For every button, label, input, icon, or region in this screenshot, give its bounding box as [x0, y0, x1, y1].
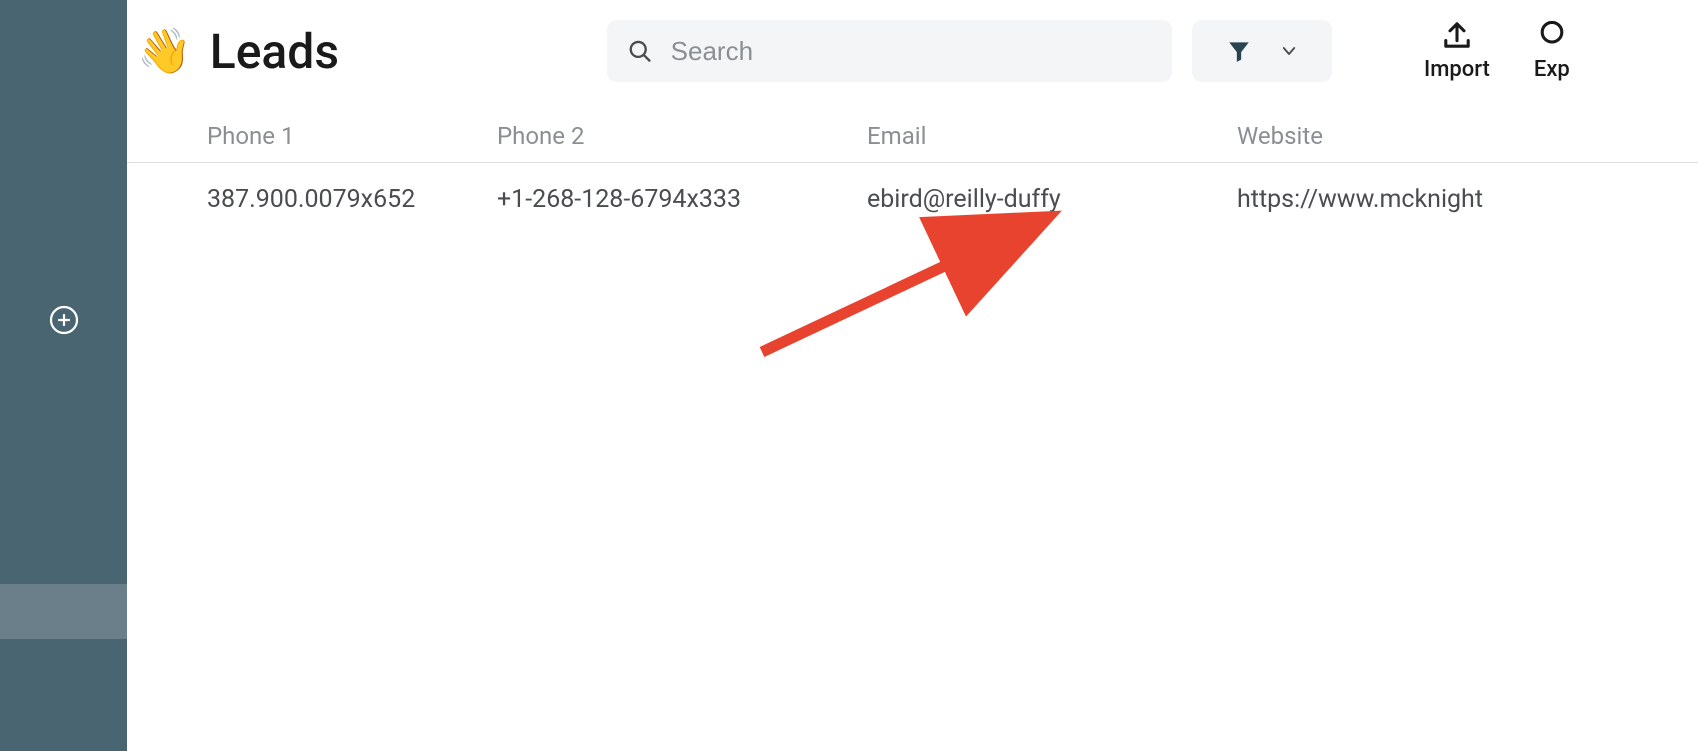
- wave-icon: 👋: [137, 29, 192, 73]
- table-row[interactable]: 387.900.0079x652 +1-268-128-6794x333 ebi…: [127, 163, 1698, 236]
- table-header-row: Phone 1 Phone 2 Email Website: [127, 102, 1698, 163]
- filter-button[interactable]: [1192, 20, 1332, 82]
- header: 👋 Leads Import: [127, 0, 1698, 102]
- download-icon: [1535, 21, 1569, 49]
- cell-email: ebird@reilly-duffy: [867, 185, 1237, 214]
- export-button[interactable]: Exp: [1522, 21, 1582, 82]
- cell-phone1: 387.900.0079x652: [127, 185, 497, 214]
- leads-table: Phone 1 Phone 2 Email Website 387.900.00…: [127, 102, 1698, 236]
- upload-icon: [1440, 21, 1474, 49]
- cell-website: https://www.mcknight: [1237, 185, 1607, 214]
- search-input[interactable]: [671, 36, 1152, 67]
- filter-icon: [1226, 38, 1252, 64]
- sidebar: [0, 0, 127, 751]
- sidebar-active-item[interactable]: [0, 584, 127, 639]
- search-icon: [627, 37, 653, 65]
- cell-phone2: +1-268-128-6794x333: [497, 185, 867, 214]
- page-title: Leads: [210, 23, 339, 80]
- column-header-website[interactable]: Website: [1237, 122, 1607, 150]
- import-button[interactable]: Import: [1412, 21, 1502, 82]
- column-header-phone1[interactable]: Phone 1: [127, 122, 497, 150]
- export-label: Exp: [1534, 57, 1570, 82]
- plus-circle-icon: [49, 305, 79, 335]
- title-wrap: 👋 Leads: [137, 23, 587, 80]
- import-label: Import: [1424, 57, 1490, 82]
- main-content: 👋 Leads Import: [127, 0, 1698, 751]
- column-header-email[interactable]: Email: [867, 122, 1237, 150]
- chevron-down-icon: [1280, 42, 1298, 60]
- add-button[interactable]: [49, 305, 79, 335]
- search-container[interactable]: [607, 20, 1172, 82]
- column-header-phone2[interactable]: Phone 2: [497, 122, 867, 150]
